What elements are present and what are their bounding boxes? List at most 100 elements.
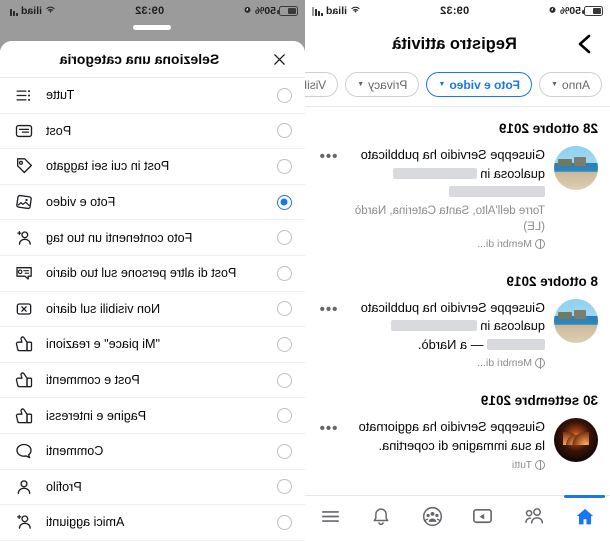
option-label: Tutte: [46, 88, 75, 103]
status-battery-group: 50%: [548, 5, 603, 17]
category-option-commenti[interactable]: Commenti: [0, 433, 305, 470]
entry-audience: Tutti: [350, 459, 545, 471]
friends-tab[interactable]: [508, 496, 559, 542]
category-option-mi-piace[interactable]: "Mi piace" e reazioni: [0, 327, 305, 363]
filter-chip-row: Anno ▼ Foto e video ▼ Privacy ▼ Visibili…: [305, 66, 610, 107]
battery-icon: [279, 6, 298, 16]
status-signal-group: iliad: [7, 5, 56, 17]
status-time-label: 09:32: [134, 5, 165, 17]
battery-percent-label: 50%: [254, 5, 276, 17]
page-title: Registro attività: [392, 34, 517, 53]
filter-chip-visibilita[interactable]: Visibilità ▼: [305, 72, 339, 97]
thumbs-up-icon: [13, 369, 35, 391]
category-option-foto-tag[interactable]: Foto contenenti un tuo tag: [0, 220, 305, 256]
list-icon: [13, 84, 35, 106]
groups-icon: [421, 505, 444, 533]
category-option-post[interactable]: Post: [0, 113, 305, 150]
radio-button[interactable]: [277, 336, 292, 352]
sheet-drag-handle[interactable]: [133, 25, 172, 30]
notifications-tab[interactable]: [356, 496, 407, 542]
radio-button[interactable]: [277, 372, 292, 388]
redacted-block: [392, 167, 477, 179]
globe-icon: [535, 238, 545, 249]
more-options-icon[interactable]: •••: [315, 299, 341, 318]
radio-button[interactable]: [277, 230, 292, 246]
home-icon: [574, 506, 596, 533]
radio-button[interactable]: [277, 301, 292, 317]
bell-icon: [370, 506, 392, 533]
activity-entry[interactable]: Giuseppe Servidio ha pubblicato qualcosa…: [305, 144, 610, 260]
friends-icon: [522, 505, 545, 533]
option-label: Foto e video: [46, 195, 116, 210]
option-label: Post: [46, 123, 72, 138]
hidden-x-icon: [13, 298, 35, 320]
option-label: Foto contenenti un tuo tag: [46, 230, 193, 245]
category-picker-panel: 50% 09:32 iliad Seleziona una categoria …: [0, 0, 305, 542]
category-option-amici-aggiunti[interactable]: Amici aggiunti: [0, 505, 305, 541]
category-option-post-altre-persone[interactable]: Post di altre persone sul tuo diario: [0, 255, 305, 292]
entry-audience: Membri di...: [350, 238, 545, 250]
entry-audience: Membri di...: [350, 357, 545, 369]
chip-label: Visibilità: [305, 77, 327, 92]
category-option-pagine-e-interessi[interactable]: Pagine e interessi: [0, 398, 305, 434]
activity-entry[interactable]: Giuseppe Servidio ha aggiornato la sua i…: [305, 416, 610, 480]
close-icon[interactable]: [267, 46, 293, 72]
radio-button[interactable]: [277, 265, 292, 281]
option-label: "Mi piace" e reazioni: [46, 337, 160, 352]
seaside-photo-thumbnail[interactable]: [554, 146, 598, 190]
chevron-back-icon[interactable]: [570, 29, 600, 59]
radio-button[interactable]: [277, 87, 292, 103]
activity-log-header: Registro attività: [305, 22, 610, 66]
category-option-non-visibili[interactable]: Non visibili sul diario: [0, 291, 305, 328]
entry-location-inline: — a Nardò.: [418, 336, 484, 352]
thumbs-up-icon: [13, 405, 35, 427]
more-options-icon[interactable]: •••: [315, 146, 341, 165]
radio-button[interactable]: [277, 514, 292, 530]
chip-label: Foto e video: [449, 77, 521, 92]
menu-tab[interactable]: [305, 496, 356, 542]
home-tab[interactable]: [559, 496, 610, 542]
chevron-down-icon: ▼: [438, 81, 446, 88]
category-option-tutte[interactable]: Tutte: [0, 78, 305, 114]
status-signal-group: iliad: [312, 5, 361, 17]
category-option-post-taggato[interactable]: Post in cui sei taggato: [0, 149, 305, 185]
radio-button[interactable]: [277, 479, 292, 495]
date-heading: 8 ottobre 2019: [506, 273, 598, 289]
battery-icon: [584, 6, 603, 16]
category-option-post-e-commenti[interactable]: Post e commenti: [0, 362, 305, 399]
radio-button[interactable]: [277, 194, 292, 210]
more-options-icon[interactable]: •••: [315, 418, 341, 437]
entry-text: Giuseppe Servidio ha pubblicato qualcosa…: [350, 146, 545, 202]
speech-bubble-icon: [13, 440, 35, 462]
activity-feed[interactable]: 28 ottobre 2019 Giuseppe Servidio ha pub…: [305, 107, 610, 492]
sheet-container: 50% 09:32 iliad Seleziona una categoria …: [0, 0, 305, 542]
option-label: Post in cui sei taggato: [46, 159, 170, 174]
watch-tab[interactable]: [458, 496, 509, 542]
town-photo-thumbnail[interactable]: [554, 298, 598, 343]
groups-tab[interactable]: [407, 496, 458, 542]
date-heading: 28 ottobre 2019: [498, 121, 598, 136]
option-label: Post e commenti: [46, 373, 140, 388]
radio-button[interactable]: [277, 443, 292, 459]
option-label: Commenti: [46, 444, 104, 459]
radio-button[interactable]: [277, 123, 292, 139]
alarm-clock-icon: [243, 5, 252, 17]
radio-button[interactable]: [277, 408, 292, 424]
thumbs-up-icon: [13, 333, 35, 355]
status-time-label: 09:32: [439, 5, 470, 17]
signal-bars-icon: [7, 6, 18, 16]
filter-chip-privacy[interactable]: Privacy ▼: [345, 72, 420, 97]
filter-chip-foto-e-video[interactable]: Foto e video ▼: [426, 72, 533, 97]
radio-button[interactable]: [277, 158, 292, 174]
date-heading: 30 settembre 2019: [480, 393, 598, 409]
wifi-icon: [45, 5, 56, 17]
redacted-block: [487, 338, 545, 350]
filter-chip-anno[interactable]: Anno ▼: [539, 72, 602, 97]
globe-icon: [535, 459, 545, 470]
activity-entry[interactable]: Giuseppe Servidio ha pubblicato qualcosa…: [305, 297, 610, 380]
post-card-icon: [13, 120, 35, 142]
category-option-foto-e-video[interactable]: Foto e video: [0, 184, 305, 221]
dark-arches-photo-thumbnail[interactable]: [554, 418, 598, 463]
person-add-icon: [13, 511, 35, 533]
category-option-profilo[interactable]: Profilo: [0, 469, 305, 506]
